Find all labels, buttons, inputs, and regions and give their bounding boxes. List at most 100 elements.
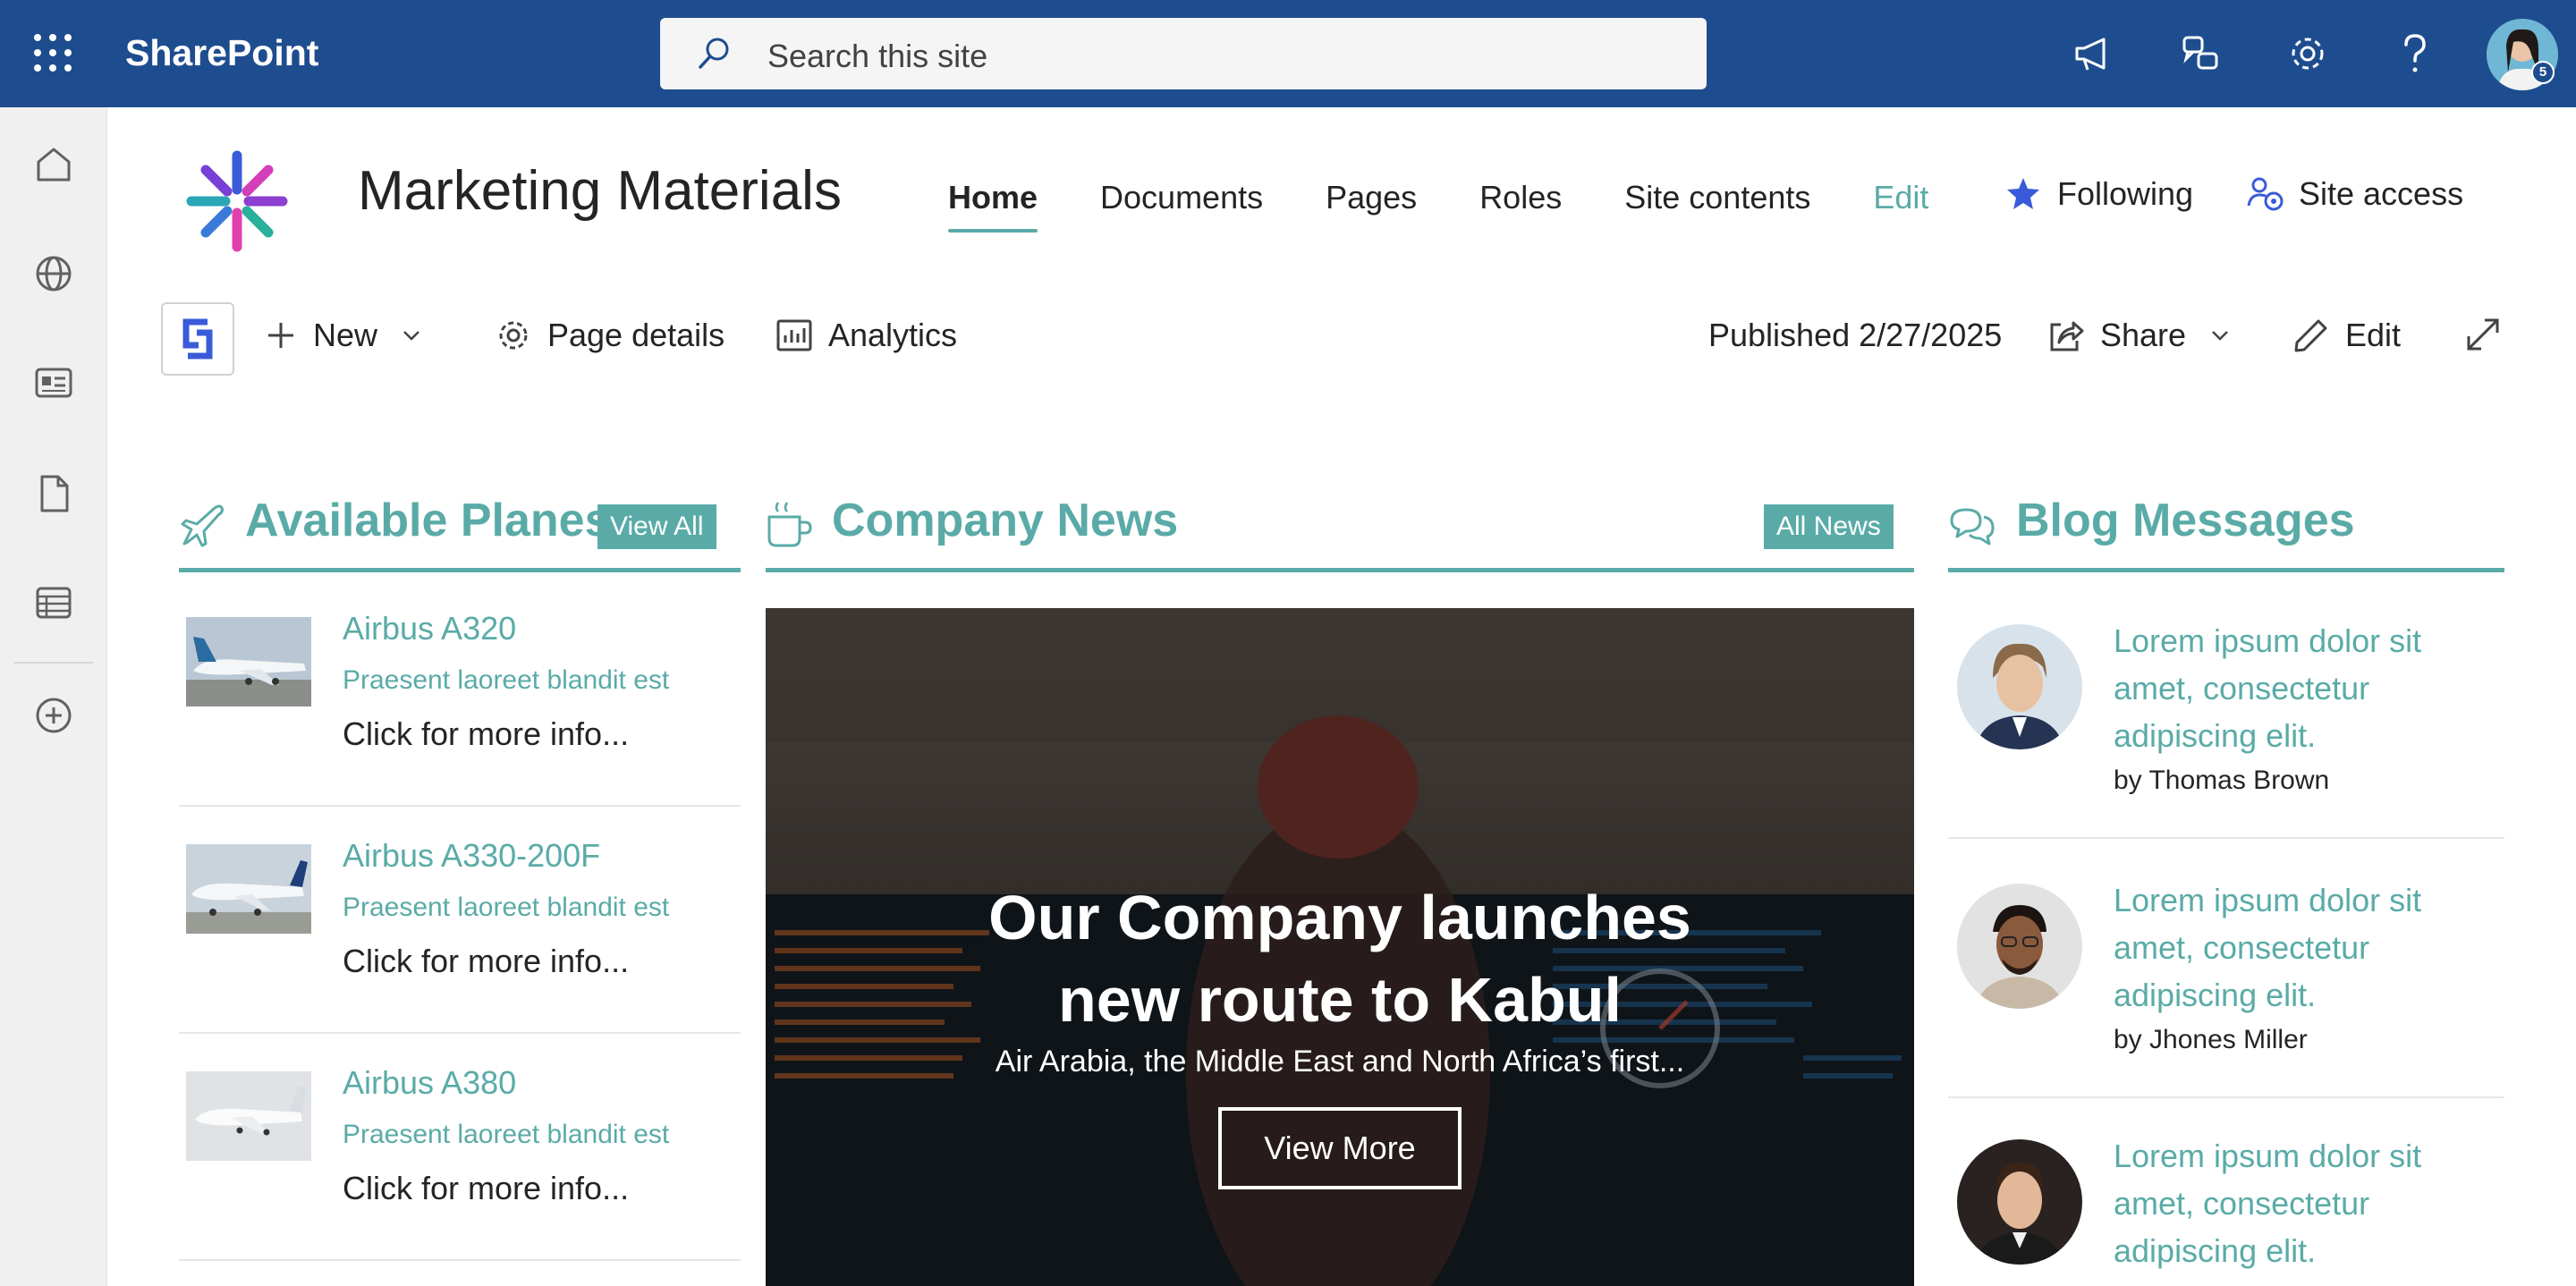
nav-home[interactable]: Home (948, 179, 1038, 233)
blog-author: by Jhones Miller (2114, 1025, 2308, 1054)
planes-title: Available Planes (245, 495, 611, 546)
megaphone-icon[interactable] (2064, 25, 2122, 82)
plane-name[interactable]: Airbus A320 (343, 610, 516, 647)
news-header: Company News All News (766, 483, 1914, 572)
site-access-label: Site access (2299, 175, 2464, 212)
plane-more-info-link[interactable]: Click for more info... (343, 715, 629, 753)
left-app-bar (0, 107, 107, 1286)
chat-help-icon[interactable] (2172, 25, 2229, 82)
news-icon[interactable] (30, 360, 77, 406)
plane-name[interactable]: Airbus A330-200F (343, 837, 600, 875)
search-box[interactable]: Search this site (660, 18, 1707, 89)
author-avatar (1957, 884, 2082, 1009)
news-headline-line-1: Our Company launches (988, 883, 1691, 952)
analytics-label: Analytics (828, 317, 958, 353)
home-icon[interactable] (30, 141, 77, 188)
plane-name[interactable]: Airbus A380 (343, 1064, 516, 1102)
plane-description: Praesent laoreet blandit est (343, 1120, 670, 1149)
share-button[interactable]: Share (2048, 317, 2231, 354)
nav-edit[interactable]: Edit (1873, 179, 1928, 216)
author-avatar (1957, 1139, 2082, 1265)
nav-pages[interactable]: Pages (1326, 179, 1417, 216)
plane-thumbnail (186, 617, 311, 706)
news-title: Company News (832, 495, 1179, 546)
plane-more-info-link[interactable]: Click for more info... (343, 1170, 629, 1207)
app-launcher-icon[interactable] (34, 34, 72, 72)
nav-site-contents[interactable]: Site contents (1624, 179, 1810, 216)
following-label: Following (2057, 175, 2194, 212)
suite-bar: SharePoint Search this site 5 (0, 0, 2576, 107)
notification-count-badge: 5 (2531, 61, 2555, 84)
published-date: Published 2/27/2025 (1708, 317, 2003, 353)
search-icon (699, 38, 729, 69)
document-icon[interactable] (30, 470, 77, 517)
plane-description: Praesent laoreet blandit est (343, 665, 670, 695)
news-hero-card[interactable]: Our Company launches new route to Kabul … (766, 608, 1914, 1286)
plane-more-info-link[interactable]: Click for more info... (343, 943, 629, 980)
search-input[interactable]: Search this site (767, 38, 987, 75)
site-title[interactable]: Marketing Materials (358, 159, 842, 223)
page-details-button[interactable]: Page details (496, 317, 724, 354)
people-settings-icon (2247, 177, 2284, 211)
help-question-icon[interactable] (2386, 25, 2444, 82)
news-headline[interactable]: Our Company launches new route to Kabul (766, 876, 1914, 1041)
globe-icon[interactable] (30, 250, 77, 297)
analytics-chart-icon (776, 319, 812, 351)
blog-header: Blog Messages (1948, 483, 2504, 572)
plus-icon (268, 323, 293, 348)
nav-roles[interactable]: Roles (1479, 179, 1562, 216)
view-more-button[interactable]: View More (1218, 1107, 1462, 1189)
app-name[interactable]: SharePoint (125, 32, 318, 74)
create-add-icon[interactable] (30, 692, 77, 739)
blog-item[interactable]: Lorem ipsum dolor sit amet, consectetur … (1948, 1098, 2504, 1286)
settings-gear-icon (499, 321, 528, 350)
plane-item[interactable]: Airbus A320 Praesent laoreet blandit est… (179, 580, 741, 807)
blog-message-text[interactable]: Lorem ipsum dolor sit amet, consectetur … (2114, 617, 2489, 759)
plane-item[interactable]: Airbus A330-200F Praesent laoreet blandi… (179, 807, 741, 1034)
news-subtitle: Air Arabia, the Middle East and North Af… (995, 1045, 1685, 1079)
blog-message-text[interactable]: Lorem ipsum dolor sit amet, consectetur … (2114, 876, 2489, 1019)
edit-label: Edit (2345, 317, 2402, 353)
airplane-icon (181, 504, 224, 547)
view-all-button[interactable]: View All (597, 504, 716, 549)
plane-item[interactable]: Airbus A380 Praesent laoreet blandit est… (179, 1034, 741, 1261)
lists-icon[interactable] (30, 580, 77, 626)
plane-description: Praesent laoreet blandit est (343, 893, 670, 922)
analytics-button[interactable]: Analytics (776, 317, 957, 354)
published-status: Published 2/27/2025 (1708, 317, 2002, 354)
author-avatar (1957, 624, 2082, 749)
new-button[interactable]: New (265, 317, 422, 354)
site-access-button[interactable]: Site access (2247, 175, 2463, 213)
news-headline-line-2: new route to Kabul (1058, 965, 1622, 1035)
expand-button[interactable] (2465, 317, 2517, 352)
coffee-cup-icon (767, 502, 812, 547)
expand-icon (2467, 318, 2499, 351)
star-filled-icon (2007, 178, 2039, 209)
blog-author: by Thomas Brown (2114, 766, 2330, 795)
new-label: New (313, 317, 378, 353)
all-news-button[interactable]: All News (1764, 504, 1894, 549)
page-details-label: Page details (547, 317, 725, 353)
chevron-down-icon (403, 331, 419, 341)
site-logo[interactable] (179, 143, 295, 259)
planes-header: Available Planes View All (179, 483, 741, 572)
following-button[interactable]: Following (2005, 175, 2193, 213)
nav-documents[interactable]: Documents (1100, 179, 1263, 216)
share-label: Share (2100, 317, 2187, 353)
settings-gear-icon[interactable] (2279, 25, 2336, 82)
chevron-down-icon (2212, 331, 2228, 341)
chat-bubbles-icon (1950, 508, 1995, 546)
pencil-icon (2294, 319, 2327, 352)
share-icon (2050, 321, 2084, 351)
blog-item[interactable]: Lorem ipsum dolor sit amet, consectetur … (1948, 839, 2504, 1098)
blog-item[interactable]: Lorem ipsum dolor sit amet, consectetur … (1948, 590, 2504, 839)
brand-logo-icon (182, 318, 213, 360)
site-navigation: Home Documents Pages Roles Site contents… (948, 179, 1991, 233)
blog-message-text[interactable]: Lorem ipsum dolor sit amet, consectetur … (2114, 1132, 2489, 1274)
plane-thumbnail (186, 1071, 311, 1161)
app-logo-button[interactable] (161, 302, 234, 376)
plane-thumbnail (186, 844, 311, 934)
edit-button[interactable]: Edit (2293, 317, 2401, 354)
rail-divider (14, 662, 93, 664)
blog-title: Blog Messages (2016, 495, 2355, 546)
